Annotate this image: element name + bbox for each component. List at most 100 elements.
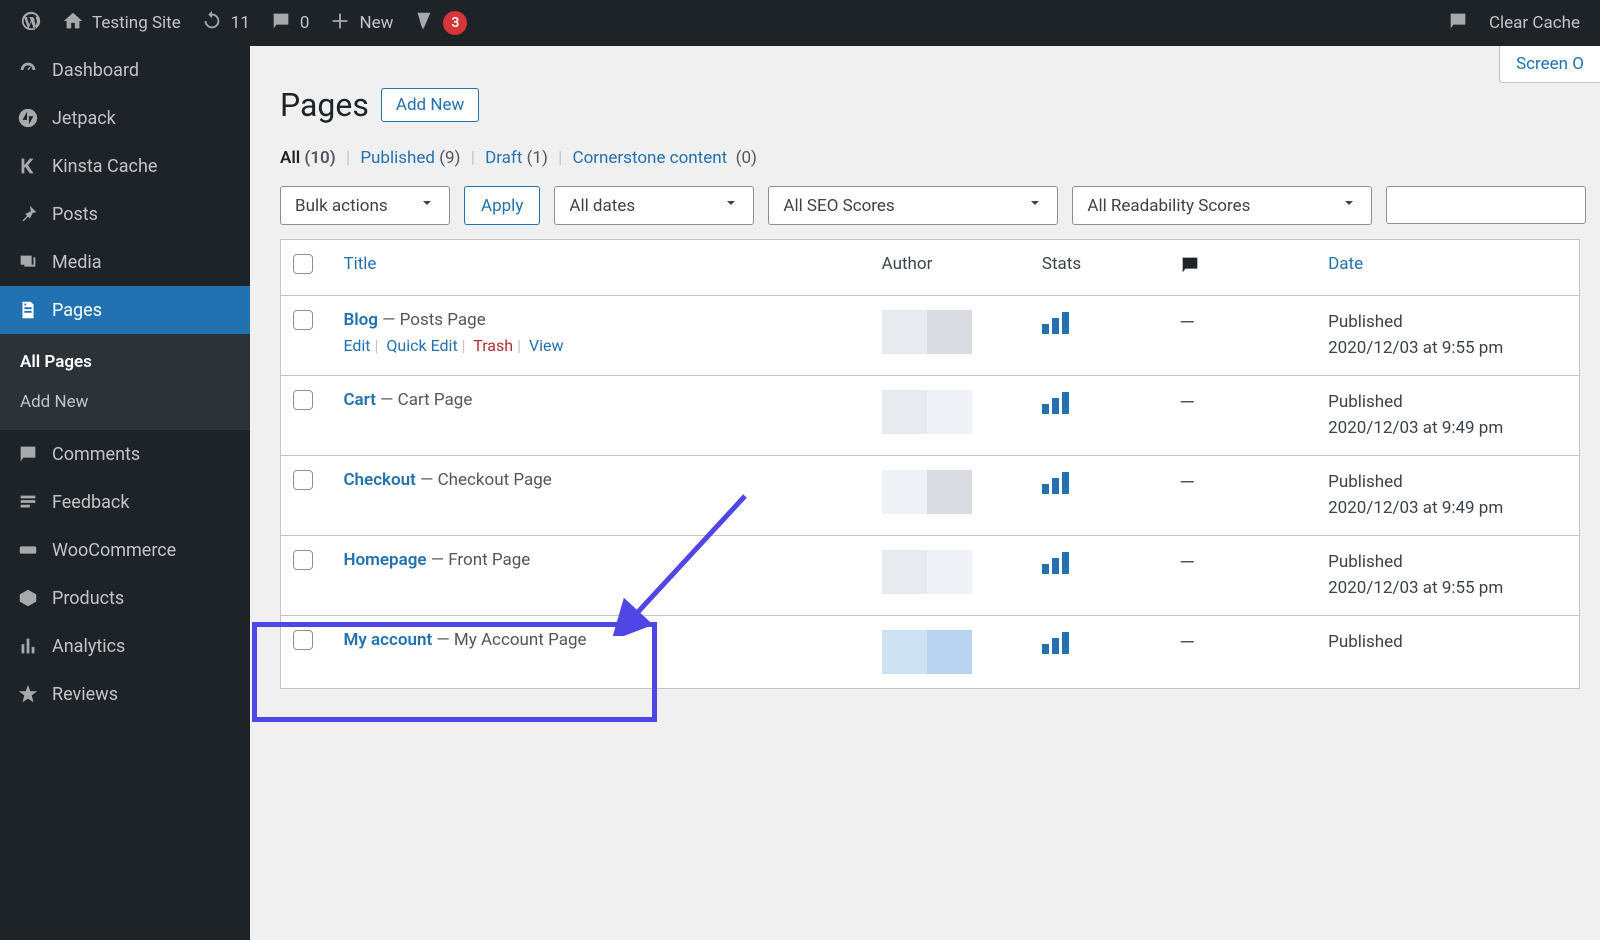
sidebar-item-reviews[interactable]: Reviews [0,670,250,718]
row-title-link[interactable]: Checkout [343,470,415,490]
row-action-edit[interactable]: Edit [343,336,370,355]
filter-draft[interactable]: Draft (1) [485,148,548,168]
pages-table: Title Author Stats Date Blog — Posts Pag… [280,239,1580,689]
sidebar-item-feedback[interactable]: Feedback [0,478,250,526]
bulk-actions-select[interactable]: Bulk actions [280,186,450,225]
comments-link[interactable]: 0 [260,10,320,37]
kinsta-icon [16,154,40,178]
dashboard-icon [16,58,40,82]
row-checkbox[interactable] [293,390,313,410]
sidebar-item-media[interactable]: Media [0,238,250,286]
filter-published[interactable]: Published (9) [360,148,460,168]
sidebar-label: Reviews [52,684,118,705]
clear-cache-link[interactable]: Clear Cache [1479,13,1590,33]
row-action-trash[interactable]: Trash [473,336,513,355]
row-actions: Edit| Quick Edit| Trash| View [343,336,857,355]
site-name: Testing Site [92,13,181,33]
sidebar-label: Dashboard [52,60,139,81]
seo-scores-select[interactable]: All SEO Scores [768,186,1058,225]
pages-submenu: All Pages Add New [0,334,250,430]
submenu-add-new[interactable]: Add New [0,382,250,422]
stats-bars-icon[interactable] [1042,390,1155,414]
screen-options-tab[interactable]: Screen O [1499,46,1600,83]
sidebar-label: Media [52,252,102,273]
sidebar-item-products[interactable]: Products [0,574,250,622]
comment-icon [1179,261,1201,281]
sidebar-label: Jetpack [52,108,116,129]
site-name-link[interactable]: Testing Site [52,10,191,37]
row-action-view[interactable]: View [529,336,564,355]
sidebar-item-analytics[interactable]: Analytics [0,622,250,670]
row-title-link[interactable]: Blog [343,310,378,330]
submenu-all-pages[interactable]: All Pages [0,342,250,382]
sidebar-item-jetpack[interactable]: Jetpack [0,94,250,142]
yoast-link[interactable]: 3 [403,10,477,37]
row-checkbox[interactable] [293,550,313,570]
updates-count: 11 [231,13,250,33]
row-checkbox[interactable] [293,470,313,490]
table-row: Homepage — Front Page — Published2020/12… [281,536,1580,616]
col-title[interactable]: Title [331,240,869,296]
comments-count: — [1179,550,1195,574]
chevron-down-icon [1027,195,1043,216]
sidebar-label: Products [52,588,124,609]
products-icon [16,586,40,610]
table-row: My account — My Account Page — Published [281,616,1580,689]
wordpress-icon [20,10,42,37]
yoast-icon [413,10,435,37]
clear-cache-label: Clear Cache [1489,13,1580,33]
analytics-icon [16,634,40,658]
apply-button[interactable]: Apply [464,186,540,225]
table-row: Checkout — Checkout Page — Published2020… [281,456,1580,536]
feedback-icon [16,490,40,514]
woocommerce-icon [16,538,40,562]
row-title-suffix: — Posts Page [378,310,486,330]
date-cell: Published2020/12/03 at 9:49 pm [1328,390,1567,441]
sidebar-item-woocommerce[interactable]: WooCommerce [0,526,250,574]
readability-select[interactable]: All Readability Scores [1072,186,1372,225]
search-input[interactable] [1386,186,1586,224]
row-title-link[interactable]: My account [343,630,432,650]
star-icon [16,682,40,706]
page-title: Pages [280,86,369,124]
row-title-link[interactable]: Homepage [343,550,426,570]
select-all-checkbox[interactable] [293,254,313,274]
chevron-down-icon [419,195,435,216]
new-content-link[interactable]: New [319,10,403,37]
author-cell [882,390,972,434]
plus-icon [329,10,351,37]
row-title-link[interactable]: Cart [343,390,376,410]
dates-select[interactable]: All dates [554,186,754,225]
col-date[interactable]: Date [1316,240,1579,296]
sidebar-item-posts[interactable]: Posts [0,190,250,238]
sidebar-item-pages[interactable]: Pages [0,286,250,334]
filter-cornerstone[interactable]: Cornerstone content (0) [573,148,757,168]
notices-link[interactable] [1437,10,1479,37]
sidebar-item-kinsta[interactable]: Kinsta Cache [0,142,250,190]
row-title-suffix: — Checkout Page [416,470,552,490]
main-content: Screen O Pages Add New All (10) | Publis… [250,46,1600,940]
row-checkbox[interactable] [293,310,313,330]
date-cell: Published2020/12/03 at 9:55 pm [1328,550,1567,601]
sidebar-item-dashboard[interactable]: Dashboard [0,46,250,94]
row-action-quickedit[interactable]: Quick Edit [386,336,457,355]
wp-logo[interactable] [10,10,52,37]
sidebar-item-comments[interactable]: Comments [0,430,250,478]
stats-bars-icon[interactable] [1042,630,1155,654]
row-checkbox[interactable] [293,630,313,650]
row-title-suffix: — Front Page [427,550,531,570]
date-cell: Published [1328,630,1567,656]
comment-icon [16,442,40,466]
chevron-down-icon [723,195,739,216]
stats-bars-icon[interactable] [1042,550,1155,574]
add-new-button[interactable]: Add New [381,88,479,122]
sidebar-label: Feedback [52,492,129,513]
filter-all[interactable]: All (10) [280,148,336,168]
sidebar-label: Pages [52,300,102,321]
stats-bars-icon[interactable] [1042,470,1155,494]
new-label: New [359,13,393,33]
updates-link[interactable]: 11 [191,10,260,37]
sidebar-label: WooCommerce [52,540,176,561]
stats-bars-icon[interactable] [1042,310,1155,334]
col-comments[interactable] [1167,240,1316,296]
